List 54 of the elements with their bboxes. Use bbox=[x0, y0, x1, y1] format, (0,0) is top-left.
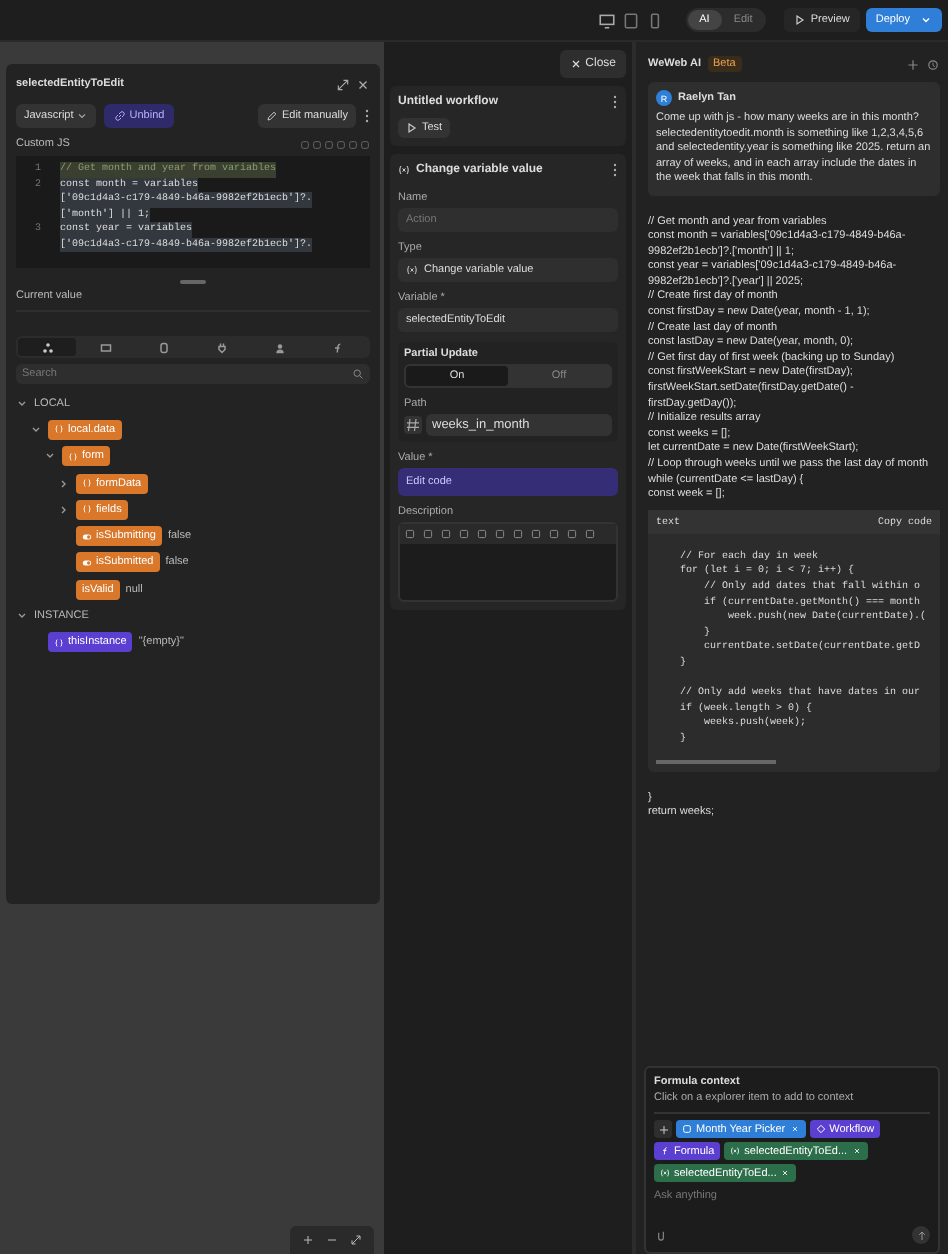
minus-icon[interactable] bbox=[326, 1234, 338, 1246]
database-icon bbox=[157, 341, 170, 353]
braces-icon bbox=[54, 637, 64, 648]
expand-icon[interactable] bbox=[350, 1234, 362, 1246]
chevron-icon[interactable] bbox=[58, 477, 70, 490]
grid-icon bbox=[99, 341, 112, 353]
chevron-icon[interactable] bbox=[30, 423, 42, 436]
phone-icon[interactable] bbox=[645, 11, 664, 29]
braces-icon bbox=[82, 478, 92, 489]
chevron-icon[interactable] bbox=[16, 397, 28, 410]
variable-icon bbox=[398, 164, 410, 176]
toggle-icon bbox=[82, 557, 92, 568]
tablet-icon[interactable] bbox=[621, 11, 640, 29]
user-icon bbox=[274, 341, 287, 353]
plug-icon bbox=[216, 341, 229, 353]
tree-icon bbox=[41, 341, 54, 353]
more-icon[interactable] bbox=[364, 108, 370, 124]
play-icon bbox=[794, 14, 807, 26]
plus-icon[interactable] bbox=[302, 1234, 314, 1246]
variable-icon bbox=[660, 1168, 670, 1178]
send-button[interactable] bbox=[912, 1226, 930, 1244]
link-icon bbox=[113, 110, 126, 122]
function-icon bbox=[660, 1146, 670, 1156]
paperclip-icon[interactable] bbox=[654, 1228, 668, 1242]
chevron-icon[interactable] bbox=[16, 610, 28, 623]
add-button[interactable] bbox=[654, 1120, 672, 1138]
chevron-icon[interactable] bbox=[44, 450, 56, 463]
play-icon bbox=[406, 122, 418, 134]
history-icon[interactable] bbox=[926, 57, 940, 71]
braces-icon bbox=[82, 504, 92, 515]
plus-icon bbox=[657, 1123, 669, 1135]
braces-icon bbox=[68, 451, 78, 462]
braces-icon bbox=[54, 424, 64, 435]
search-icon bbox=[352, 368, 364, 380]
close-icon bbox=[569, 58, 582, 70]
variable-icon bbox=[730, 1146, 741, 1156]
more-icon[interactable] bbox=[612, 94, 618, 110]
caret-icon bbox=[75, 110, 88, 122]
toggle-icon bbox=[82, 531, 92, 542]
pencil-icon bbox=[265, 110, 278, 122]
caret-icon bbox=[920, 14, 932, 26]
arrow-up-icon bbox=[915, 1229, 927, 1241]
explorer-tab[interactable] bbox=[18, 338, 77, 356]
component-icon bbox=[682, 1124, 692, 1134]
desktop-icon[interactable] bbox=[597, 11, 616, 29]
function-icon bbox=[332, 341, 345, 353]
variable-icon bbox=[406, 264, 418, 276]
hash-icon bbox=[404, 416, 422, 434]
expand-icon[interactable] bbox=[336, 77, 350, 91]
more-icon[interactable] bbox=[612, 162, 618, 178]
plus-icon[interactable] bbox=[906, 57, 920, 71]
diamond-icon bbox=[815, 1124, 826, 1134]
chevron-icon[interactable] bbox=[58, 503, 70, 516]
close-icon[interactable] bbox=[356, 77, 370, 91]
